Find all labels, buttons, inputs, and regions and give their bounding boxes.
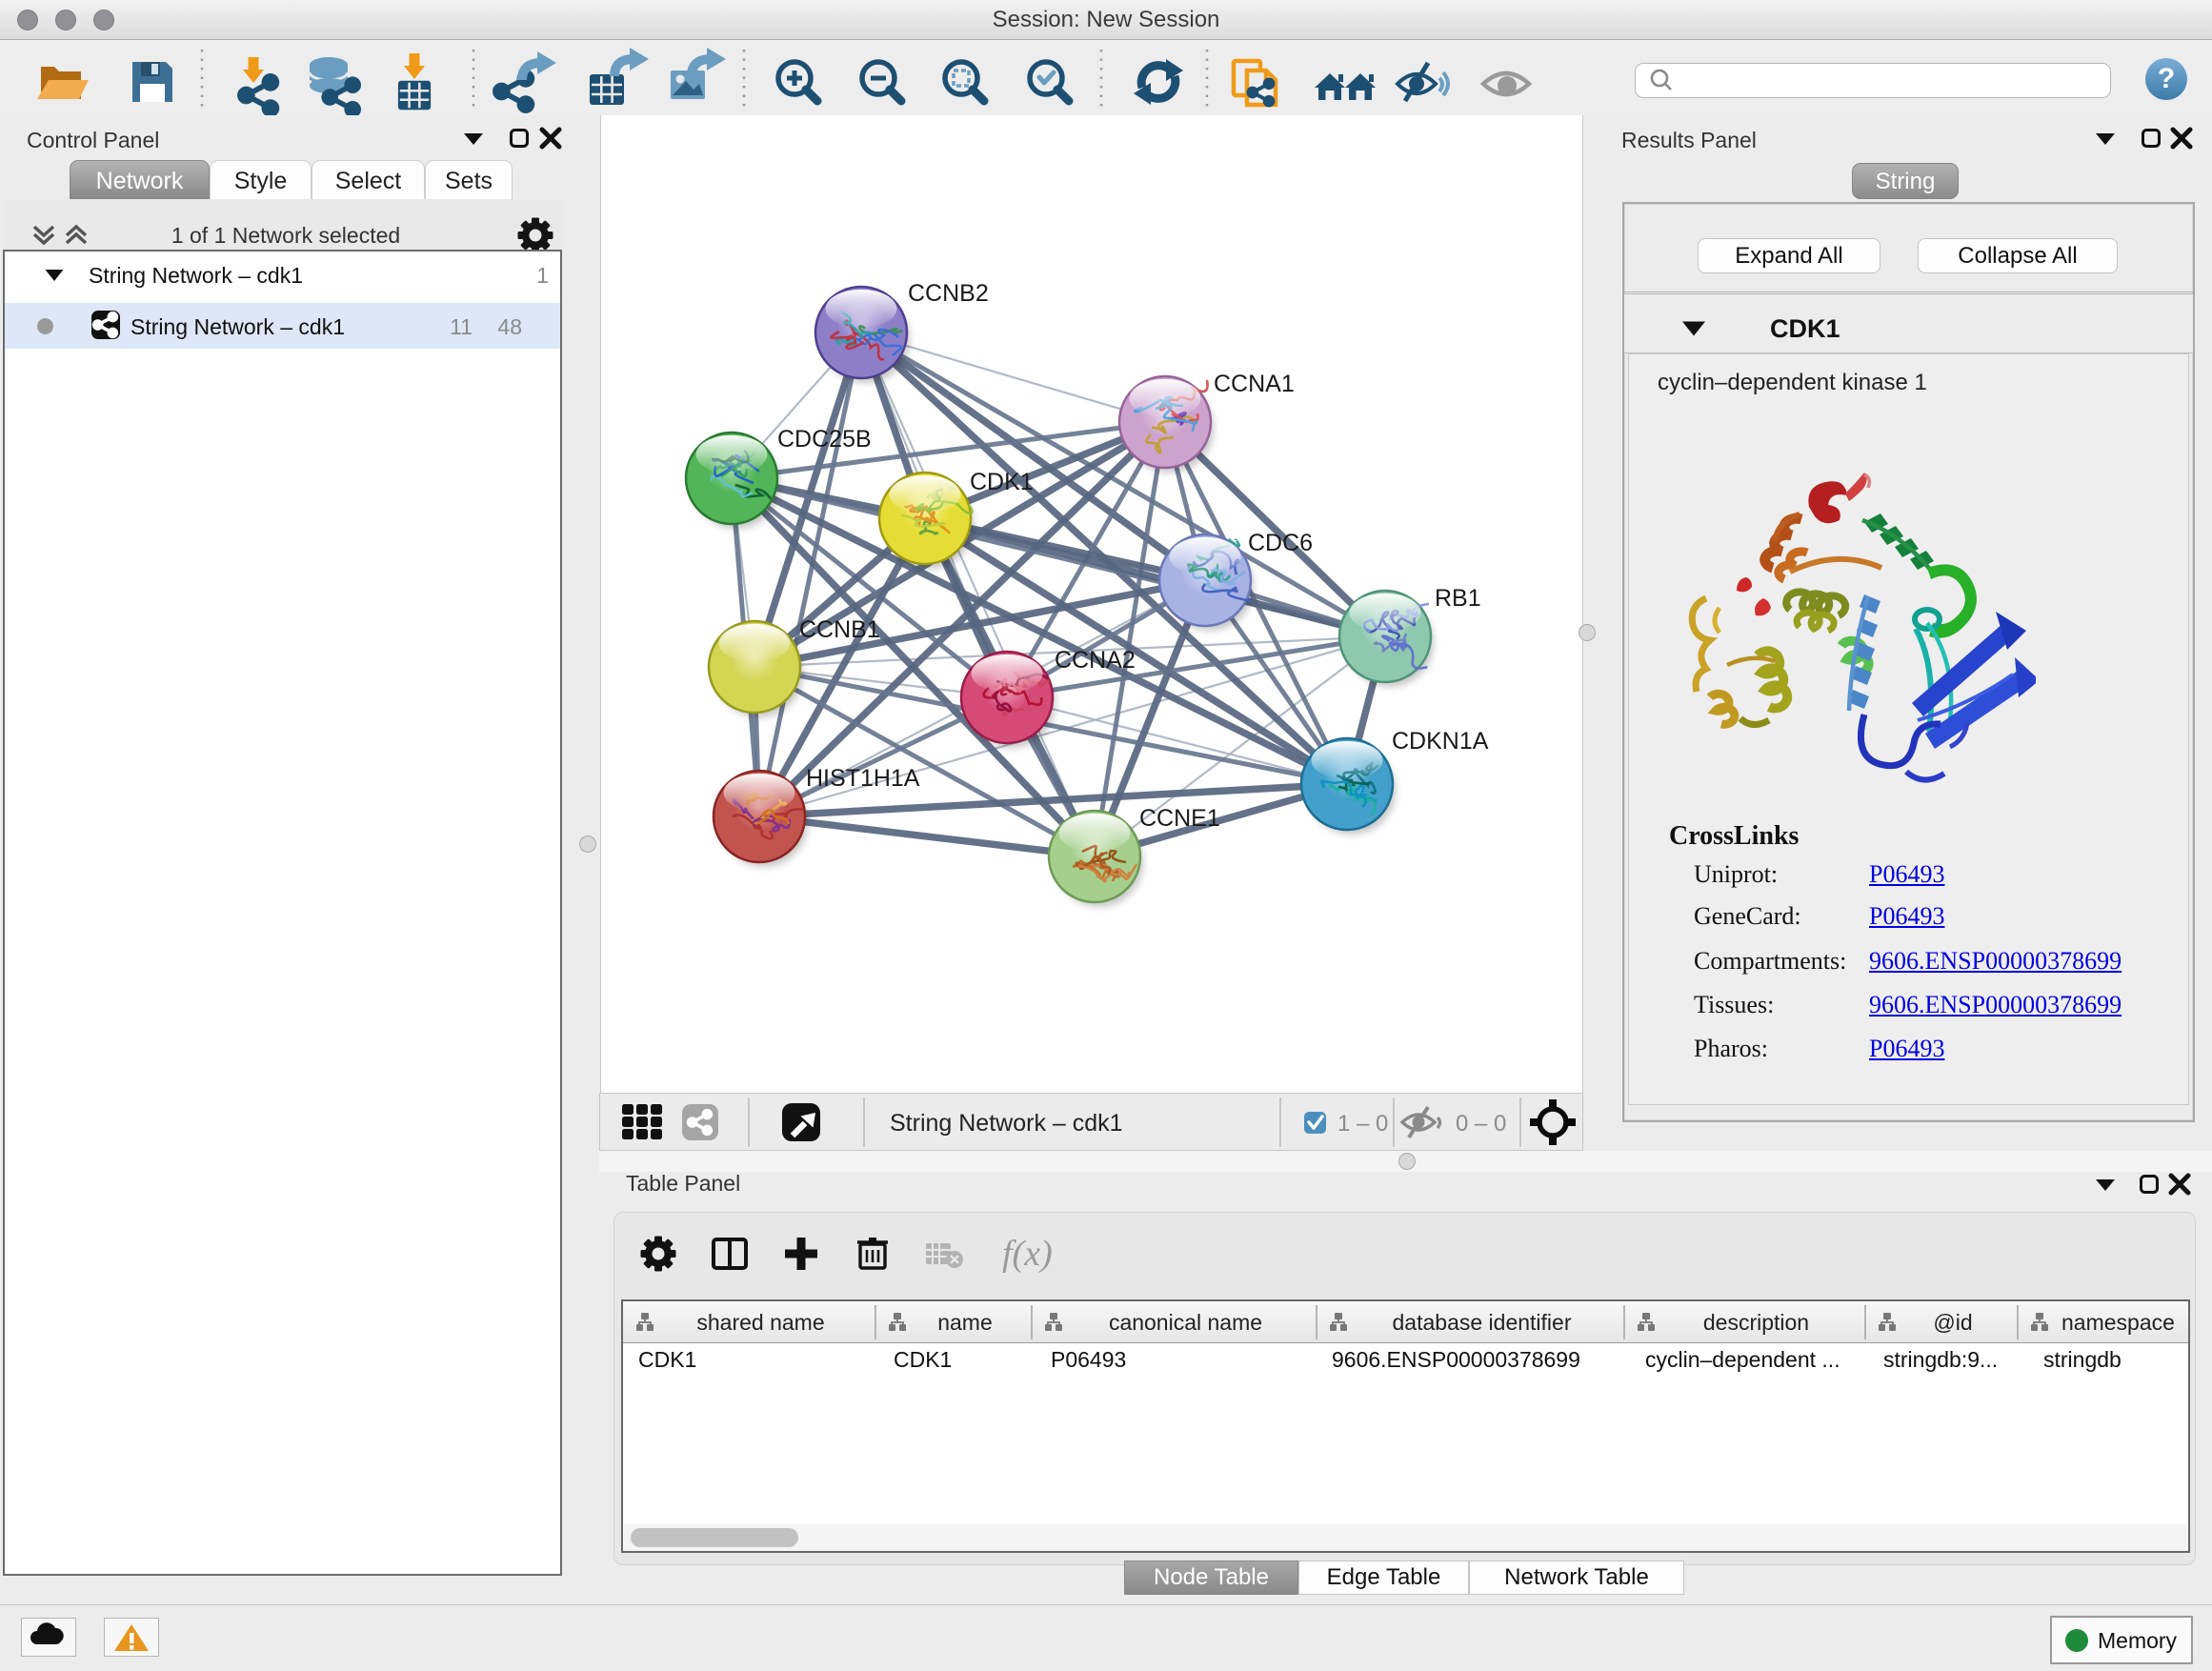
svg-text:String Network – cdk1: String Network – cdk1 <box>890 1110 1123 1137</box>
svg-text:CCNB1: CCNB1 <box>799 616 880 643</box>
svg-text:f(x): f(x) <box>1002 1234 1053 1274</box>
svg-text:CDK1: CDK1 <box>970 469 1034 495</box>
svg-text:1 – 0: 1 – 0 <box>1337 1111 1388 1137</box>
svg-text:CCNB2: CCNB2 <box>908 280 989 307</box>
svg-text:HIST1H1A: HIST1H1A <box>806 765 920 792</box>
svg-text:CDC25B: CDC25B <box>777 426 872 453</box>
svg-text:CCNA1: CCNA1 <box>1214 371 1295 397</box>
svg-text:@id: @id <box>1933 1310 1972 1335</box>
svg-text:CCNA2: CCNA2 <box>1055 647 1136 674</box>
svg-text:CCNE1: CCNE1 <box>1139 805 1220 832</box>
svg-text:CDC6: CDC6 <box>1248 530 1313 556</box>
svg-text:canonical name: canonical name <box>1109 1310 1262 1335</box>
svg-text:description: description <box>1703 1310 1809 1335</box>
svg-text:shared name: shared name <box>696 1310 824 1335</box>
svg-text:namespace: namespace <box>2061 1310 2175 1335</box>
svg-text:0 – 0: 0 – 0 <box>1456 1111 1506 1137</box>
svg-text:CDKN1A: CDKN1A <box>1392 728 1489 755</box>
svg-text:database identifier: database identifier <box>1393 1310 1572 1335</box>
svg-text:RB1: RB1 <box>1435 585 1481 612</box>
svg-text:name: name <box>937 1310 993 1335</box>
